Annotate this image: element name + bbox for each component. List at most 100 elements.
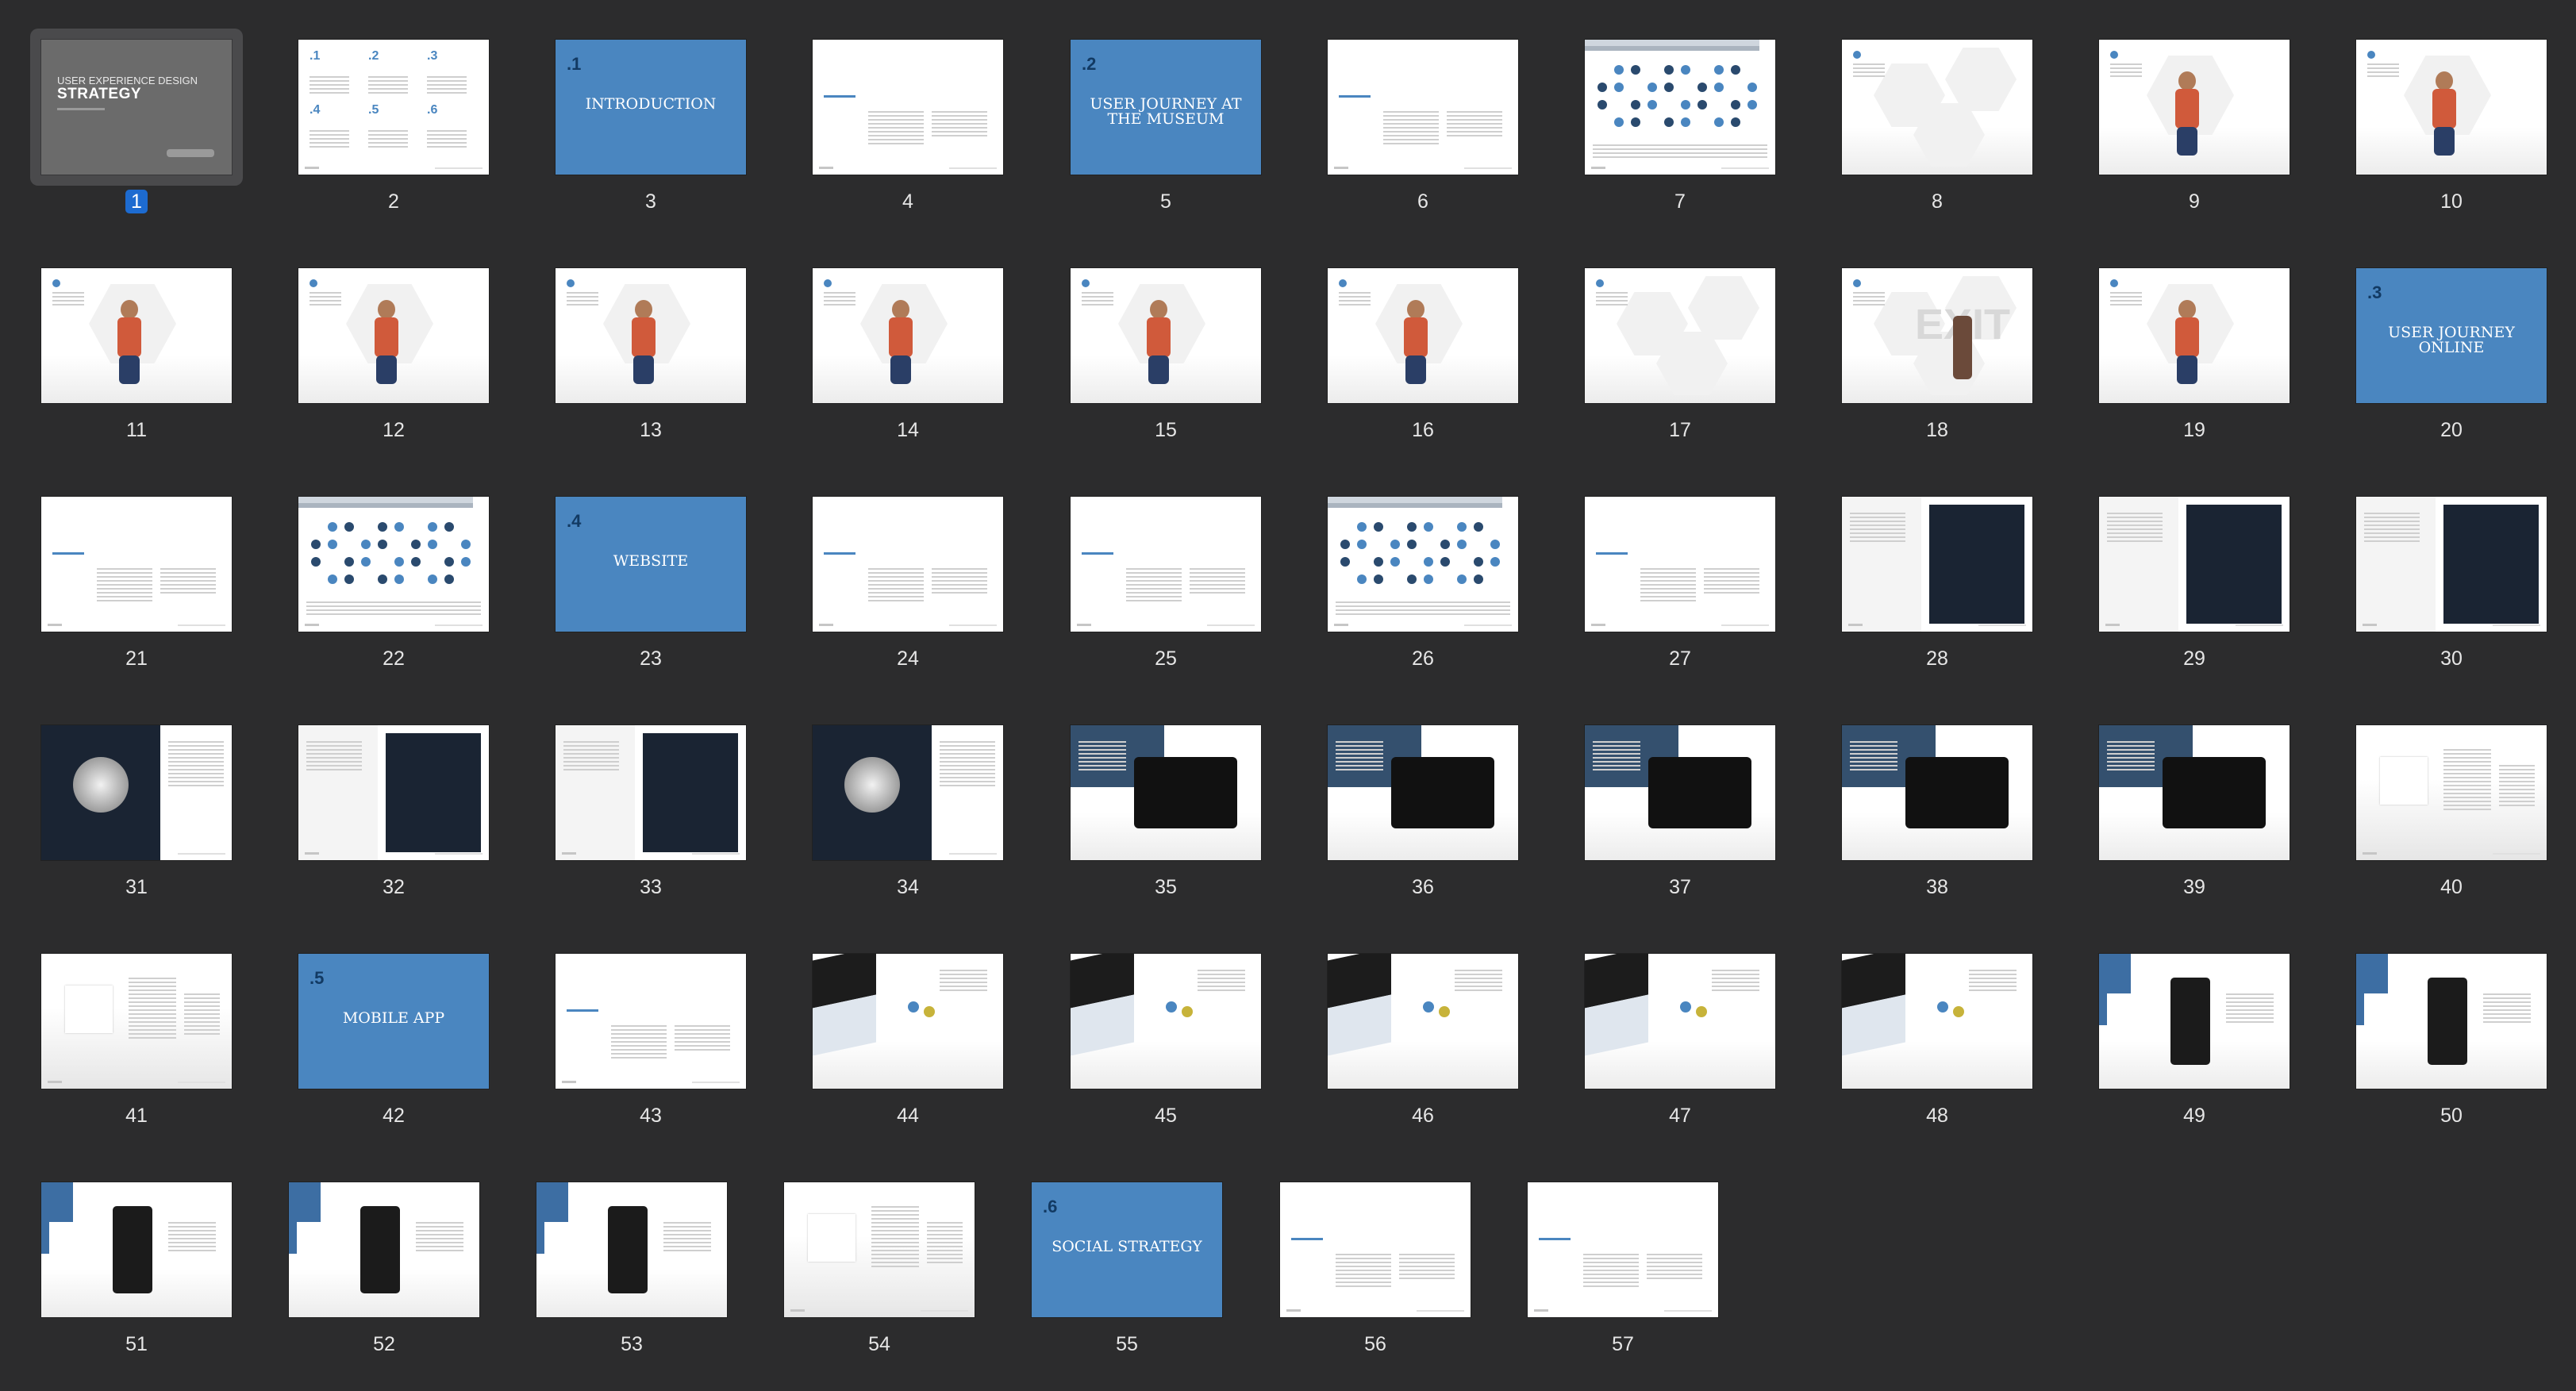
slide-thumbnail[interactable] — [1585, 954, 1775, 1089]
slide-thumbnail-item[interactable]: 13 — [556, 268, 746, 447]
slide-thumbnail[interactable]: .5 MOBILE APP — [298, 954, 489, 1089]
slide-thumbnail-item[interactable]: 7 — [1585, 40, 1775, 218]
slide-thumbnail-item[interactable]: 29 — [2099, 497, 2290, 675]
slide-thumbnail-item[interactable]: EXIT 18 — [1842, 268, 2032, 447]
slide-thumbnail[interactable] — [813, 954, 1003, 1089]
slide-thumbnail[interactable]: .3 USER JOURNEY ONLINE — [2356, 268, 2547, 403]
slide-thumbnail[interactable] — [1585, 40, 1775, 175]
slide-thumbnail-item[interactable]: 57 — [1528, 1182, 1718, 1361]
slide-thumbnail[interactable] — [556, 954, 746, 1089]
slide-thumbnail-item[interactable]: 40 — [2356, 725, 2547, 904]
slide-thumbnail-item[interactable]: 27 — [1585, 497, 1775, 675]
slide-thumbnail[interactable] — [556, 725, 746, 860]
slide-thumbnail-item[interactable]: 44 — [813, 954, 1003, 1132]
slide-thumbnail-item[interactable]: .4 WEBSITE 23 — [556, 497, 746, 675]
slide-thumbnail[interactable] — [41, 1182, 232, 1317]
slide-thumbnail[interactable] — [2099, 725, 2290, 860]
slide-thumbnail-item[interactable]: 43 — [556, 954, 746, 1132]
slide-thumbnail-item[interactable]: 53 — [536, 1182, 727, 1361]
slide-thumbnail[interactable] — [813, 268, 1003, 403]
slide-thumbnail-item[interactable]: 11 — [41, 268, 232, 447]
slide-thumbnail-item[interactable]: 30 — [2356, 497, 2547, 675]
slide-thumbnail[interactable] — [813, 497, 1003, 632]
slide-thumbnail-item[interactable]: .6 SOCIAL STRATEGY 55 — [1032, 1182, 1222, 1361]
slide-thumbnail-item[interactable]: 56 — [1280, 1182, 1471, 1361]
slide-thumbnail[interactable] — [1328, 268, 1518, 403]
slide-thumbnail[interactable]: .1 INTRODUCTION — [556, 40, 746, 175]
slide-thumbnail-item[interactable]: 25 — [1071, 497, 1261, 675]
slide-thumbnail[interactable] — [784, 1182, 975, 1317]
slide-thumbnail-item[interactable]: 36 — [1328, 725, 1518, 904]
slide-thumbnail-item[interactable]: 12 — [298, 268, 489, 447]
slide-thumbnail[interactable]: EXIT — [1842, 268, 2032, 403]
slide-thumbnail-item[interactable]: 46 — [1328, 954, 1518, 1132]
slide-thumbnail-item[interactable]: 21 — [41, 497, 232, 675]
slide-thumbnail[interactable] — [2356, 725, 2547, 860]
slide-thumbnail-item[interactable]: .2 USER JOURNEY AT THE MUSEUM 5 — [1071, 40, 1261, 218]
slide-thumbnail[interactable] — [298, 725, 489, 860]
slide-thumbnail-item[interactable]: .3 USER JOURNEY ONLINE 20 — [2356, 268, 2547, 447]
slide-thumbnail[interactable] — [1071, 954, 1261, 1089]
slide-thumbnail-item[interactable]: 9 — [2099, 40, 2290, 218]
slide-thumbnail[interactable] — [1842, 497, 2032, 632]
slide-thumbnail-item[interactable]: 33 — [556, 725, 746, 904]
slide-thumbnail-item[interactable]: 16 — [1328, 268, 1518, 447]
slide-thumbnail[interactable] — [41, 268, 232, 403]
slide-thumbnail-item[interactable]: 6 — [1328, 40, 1518, 218]
slide-thumbnail[interactable] — [2356, 954, 2547, 1089]
slide-thumbnail-item[interactable]: 4 — [813, 40, 1003, 218]
slide-thumbnail-item[interactable]: 47 — [1585, 954, 1775, 1132]
slide-thumbnail-item[interactable]: 35 — [1071, 725, 1261, 904]
slide-thumbnail[interactable] — [1842, 40, 2032, 175]
slide-thumbnail[interactable] — [41, 725, 232, 860]
slide-thumbnail[interactable] — [2099, 954, 2290, 1089]
slide-thumbnail-item[interactable]: 19 — [2099, 268, 2290, 447]
slide-thumbnail[interactable] — [1528, 1182, 1718, 1317]
slide-thumbnail-item[interactable]: 39 — [2099, 725, 2290, 904]
slide-thumbnail-item[interactable]: 45 — [1071, 954, 1261, 1132]
slide-thumbnail-item[interactable]: USER EXPERIENCE DESIGN STRATEGY 1 — [30, 29, 243, 218]
slide-thumbnail-item[interactable]: .1 INTRODUCTION 3 — [556, 40, 746, 218]
slide-thumbnail-item[interactable]: 22 — [298, 497, 489, 675]
slide-thumbnail[interactable] — [1071, 268, 1261, 403]
slide-thumbnail-item[interactable]: 37 — [1585, 725, 1775, 904]
slide-thumbnail[interactable] — [1071, 497, 1261, 632]
slide-thumbnail-item[interactable]: 51 — [41, 1182, 232, 1361]
slide-thumbnail[interactable] — [41, 954, 232, 1089]
slide-thumbnail[interactable] — [1328, 954, 1518, 1089]
slide-thumbnail-item[interactable]: 24 — [813, 497, 1003, 675]
slide-thumbnail[interactable] — [2099, 497, 2290, 632]
slide-thumbnail-item[interactable]: 31 — [41, 725, 232, 904]
slide-thumbnail-item[interactable]: 48 — [1842, 954, 2032, 1132]
slide-thumbnail[interactable]: .1 .2 .3 .4 .5 .6 — [298, 40, 489, 175]
slide-thumbnail-item[interactable]: 38 — [1842, 725, 2032, 904]
slide-thumbnail-item[interactable]: .1 .2 .3 .4 .5 .6 2 — [298, 40, 489, 218]
slide-thumbnail[interactable] — [1328, 725, 1518, 860]
slide-thumbnail[interactable]: .4 WEBSITE — [556, 497, 746, 632]
slide-thumbnail[interactable] — [41, 497, 232, 632]
slide-thumbnail[interactable] — [813, 40, 1003, 175]
slide-thumbnail[interactable] — [298, 268, 489, 403]
slide-thumbnail[interactable] — [2356, 497, 2547, 632]
slide-thumbnail-item[interactable]: 15 — [1071, 268, 1261, 447]
slide-thumbnail-item[interactable]: 17 — [1585, 268, 1775, 447]
slide-thumbnail[interactable] — [1585, 497, 1775, 632]
slide-thumbnail[interactable] — [298, 497, 489, 632]
slide-thumbnail-item[interactable]: 49 — [2099, 954, 2290, 1132]
slide-thumbnail-item[interactable]: 50 — [2356, 954, 2547, 1132]
slide-thumbnail-item[interactable]: 28 — [1842, 497, 2032, 675]
slide-thumbnail-item[interactable]: .5 MOBILE APP 42 — [298, 954, 489, 1132]
slide-thumbnail-item[interactable]: 34 — [813, 725, 1003, 904]
slide-thumbnail[interactable] — [813, 725, 1003, 860]
slide-thumbnail[interactable] — [1842, 954, 2032, 1089]
slide-thumbnail[interactable] — [2099, 268, 2290, 403]
slide-thumbnail-item[interactable]: 54 — [784, 1182, 975, 1361]
slide-thumbnail[interactable] — [1328, 497, 1518, 632]
slide-thumbnail[interactable] — [1280, 1182, 1471, 1317]
slide-thumbnail-item[interactable]: 10 — [2356, 40, 2547, 218]
slide-thumbnail-item[interactable]: 41 — [41, 954, 232, 1132]
slide-thumbnail[interactable] — [1328, 40, 1518, 175]
slide-thumbnail-item[interactable]: 32 — [298, 725, 489, 904]
slide-thumbnail-item[interactable]: 26 — [1328, 497, 1518, 675]
slide-thumbnail[interactable]: .2 USER JOURNEY AT THE MUSEUM — [1071, 40, 1261, 175]
